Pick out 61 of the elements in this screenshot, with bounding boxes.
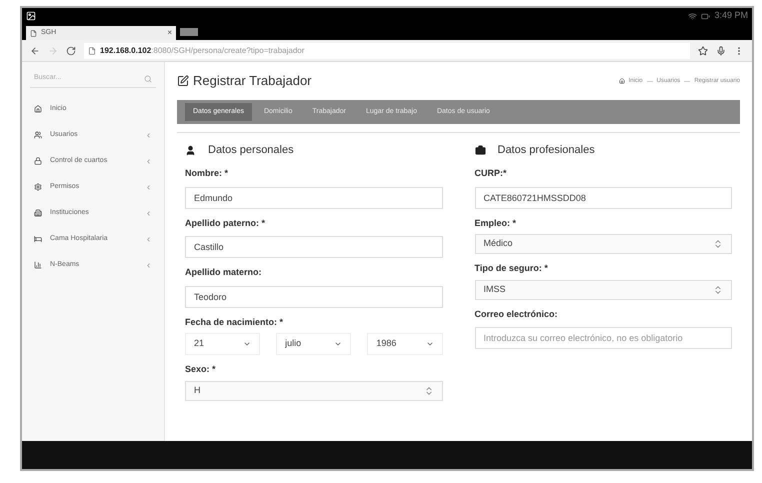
field-label: Apellido materno: — [185, 266, 263, 279]
text-field[interactable]: CATE860721HMSSDD08 — [474, 186, 732, 208]
home-icon — [618, 78, 625, 84]
close-tab[interactable]: × — [167, 27, 172, 39]
text-field[interactable]: Edmundo — [185, 186, 442, 208]
page-icon — [30, 30, 37, 36]
select-field[interactable]: H — [185, 380, 442, 400]
text-field[interactable]: Teodoro — [185, 286, 442, 308]
spinner-icon — [713, 284, 723, 294]
field-label: Correo electrónico: — [474, 308, 559, 320]
date-select[interactable]: 21 — [185, 333, 260, 355]
chevron-icon — [145, 184, 152, 190]
text-field[interactable]: Introduzca su correo electrónico, no es obligatorio — [474, 327, 732, 349]
section-icon — [185, 144, 196, 156]
address-bar[interactable]: 192.168.0.102:8080/SGH/persona/create?tipo=trabajador — [84, 42, 690, 58]
picture-icon — [26, 11, 36, 21]
field-label: Empleo: * — [474, 216, 518, 230]
breadcrumb-separator — [646, 80, 653, 82]
spinner-icon — [713, 239, 723, 249]
menu-item-icon — [34, 131, 42, 139]
select-field[interactable]: Médico — [474, 234, 732, 254]
text-field[interactable]: Castillo — [185, 236, 442, 258]
chevron-icon — [145, 210, 152, 216]
clock: 3:49 PM — [714, 9, 748, 22]
breadcrumb-separator — [684, 80, 690, 82]
microphone-icon[interactable] — [716, 46, 726, 56]
chevron-icon — [145, 262, 152, 268]
field-label: Apellido paterno: * — [185, 216, 266, 230]
menu-item-icon — [34, 105, 42, 113]
page-icon — [88, 46, 96, 54]
caret-icon — [243, 340, 252, 348]
page-title: Registrar Trabajador — [193, 72, 312, 90]
section-title: Datos profesionales — [498, 142, 595, 158]
spinner-icon — [424, 386, 434, 396]
caret-icon — [334, 340, 342, 348]
battery-icon — [701, 12, 710, 20]
date-select[interactable]: 1986 — [367, 333, 443, 355]
caret-icon — [426, 340, 434, 348]
menu-item-icon — [34, 261, 42, 269]
field-label: Sexo: * — [185, 363, 217, 376]
chevron-icon — [145, 132, 152, 138]
field-label: Fecha de nacimiento: * — [185, 316, 284, 328]
search-icon — [144, 74, 152, 82]
edit-icon — [177, 75, 189, 87]
field-label: Tipo de seguro: * — [474, 262, 549, 275]
chevron-icon — [145, 236, 152, 242]
menu-item-icon — [34, 183, 42, 191]
menu-item-icon — [34, 157, 42, 165]
menu-item-icon — [34, 209, 42, 217]
field-label: Nombre: * — [185, 167, 230, 180]
wifi-icon — [688, 12, 698, 20]
date-select[interactable]: julio — [276, 333, 352, 355]
back-icon[interactable] — [30, 46, 40, 56]
field-label: CURP:* — [474, 167, 508, 180]
menu-item-icon — [34, 235, 42, 243]
select-field[interactable]: IMSS — [474, 280, 732, 300]
reload-icon[interactable] — [66, 46, 76, 56]
star-icon[interactable] — [698, 46, 708, 56]
section-title: Datos personales — [208, 142, 294, 158]
section-icon — [474, 144, 486, 156]
chevron-icon — [145, 158, 152, 164]
